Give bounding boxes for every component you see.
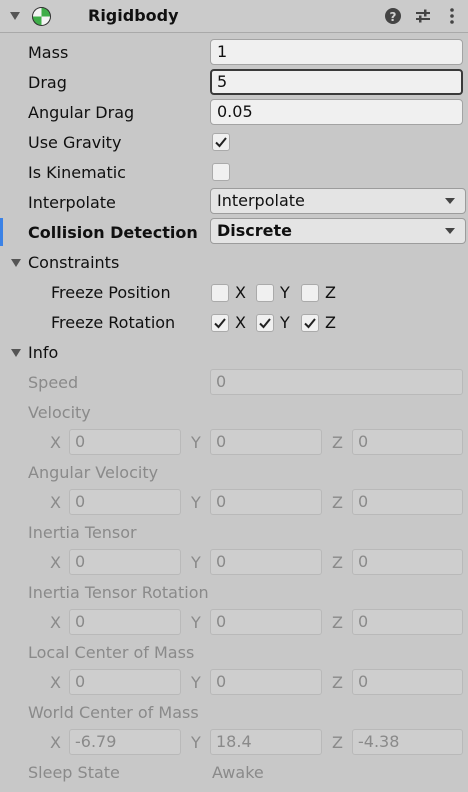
world-center-of-mass-x-field: -6.79 xyxy=(69,729,181,755)
freeze-rotation-y-checkbox[interactable] xyxy=(256,314,274,332)
info-label[interactable]: Info xyxy=(28,343,58,362)
freeze-position-label: Freeze Position xyxy=(51,283,171,302)
angular-velocity-label: Angular Velocity xyxy=(28,463,159,482)
inertia-tensor-x-field: 0 xyxy=(69,549,181,575)
presets-icon[interactable] xyxy=(413,6,433,26)
component-title: Rigidbody xyxy=(88,6,179,25)
selection-indicator xyxy=(0,218,3,246)
axis-y-label: Y xyxy=(280,313,290,332)
freeze-rotation-z-checkbox[interactable] xyxy=(301,314,319,332)
inertia-tensor-z-field: 0 xyxy=(352,549,463,575)
angular-drag-input[interactable]: 0.05 xyxy=(210,99,463,125)
component-header[interactable]: Rigidbody ? xyxy=(0,0,468,33)
mass-input[interactable]: 1 xyxy=(210,39,463,65)
svg-text:?: ? xyxy=(390,10,397,24)
more-menu-icon[interactable] xyxy=(442,6,462,26)
rigidbody-icon xyxy=(32,7,51,26)
axis-y-label: Y xyxy=(280,283,290,302)
angular-velocity-z-label: Z xyxy=(332,493,343,512)
local-center-of-mass-y-field: 0 xyxy=(210,669,322,695)
world-center-of-mass-label: World Center of Mass xyxy=(28,703,199,722)
inspector-panel: Rigidbody ? Mass 1 Drag 5 Angular Drag 0… xyxy=(0,0,468,792)
freeze-rotation-x-checkbox[interactable] xyxy=(211,314,229,332)
drag-input[interactable]: 5 xyxy=(210,69,463,95)
checkmark-icon xyxy=(215,137,227,148)
velocity-label: Velocity xyxy=(28,403,91,422)
collision-detection-dropdown[interactable]: Discrete xyxy=(210,218,466,244)
inertia-tensor-rotation-y-label: Y xyxy=(191,613,201,632)
freeze-position-x-checkbox[interactable] xyxy=(211,284,229,302)
axis-x-label: X xyxy=(235,313,246,332)
sleep-state-value: Awake xyxy=(212,763,264,782)
velocity-y-field: 0 xyxy=(210,429,322,455)
local-center-of-mass-label: Local Center of Mass xyxy=(28,643,195,662)
speed-label: Speed xyxy=(28,373,79,392)
freeze-position-y-checkbox[interactable] xyxy=(256,284,274,302)
info-foldout-icon[interactable] xyxy=(11,349,21,357)
inertia-tensor-y-label: Y xyxy=(191,553,201,572)
interpolate-label: Interpolate xyxy=(28,193,116,212)
world-center-of-mass-y-field: 18.4 xyxy=(210,729,322,755)
checkmark-icon xyxy=(304,318,316,329)
world-center-of-mass-z-label: Z xyxy=(332,733,343,752)
interpolate-dropdown[interactable]: Interpolate xyxy=(210,188,466,214)
use-gravity-checkbox[interactable] xyxy=(212,133,230,151)
use-gravity-label: Use Gravity xyxy=(28,133,122,152)
velocity-x-field: 0 xyxy=(69,429,181,455)
local-center-of-mass-x-field: 0 xyxy=(69,669,181,695)
mass-label: Mass xyxy=(28,43,69,62)
angular-drag-label: Angular Drag xyxy=(28,103,135,122)
inertia-tensor-rotation-label: Inertia Tensor Rotation xyxy=(28,583,209,602)
inertia-tensor-label: Inertia Tensor xyxy=(28,523,137,542)
world-center-of-mass-y-label: Y xyxy=(191,733,201,752)
inertia-tensor-rotation-z-label: Z xyxy=(332,613,343,632)
dropdown-arrow-icon xyxy=(445,228,455,234)
foldout-arrow-icon[interactable] xyxy=(10,12,20,20)
is-kinematic-label: Is Kinematic xyxy=(28,163,126,182)
collision-detection-value: Discrete xyxy=(217,221,293,240)
freeze-rotation-label: Freeze Rotation xyxy=(51,313,176,332)
axis-z-label: Z xyxy=(325,283,336,302)
local-center-of-mass-z-field: 0 xyxy=(352,669,463,695)
velocity-z-field: 0 xyxy=(352,429,463,455)
inertia-tensor-y-field: 0 xyxy=(210,549,322,575)
local-center-of-mass-z-label: Z xyxy=(332,673,343,692)
is-kinematic-checkbox[interactable] xyxy=(212,163,230,181)
checkmark-icon xyxy=(259,318,271,329)
axis-x-label: X xyxy=(235,283,246,302)
world-center-of-mass-z-field: -4.38 xyxy=(352,729,463,755)
inertia-tensor-rotation-x-label: X xyxy=(50,613,61,632)
angular-velocity-x-label: X xyxy=(50,493,61,512)
inertia-tensor-rotation-z-field: 0 xyxy=(352,609,463,635)
velocity-x-label: X xyxy=(50,433,61,452)
drag-label: Drag xyxy=(28,73,67,92)
inertia-tensor-rotation-x-field: 0 xyxy=(69,609,181,635)
angular-velocity-y-field: 0 xyxy=(210,489,322,515)
world-center-of-mass-x-label: X xyxy=(50,733,61,752)
interpolate-value: Interpolate xyxy=(217,191,305,210)
inertia-tensor-rotation-y-field: 0 xyxy=(210,609,322,635)
constraints-label[interactable]: Constraints xyxy=(28,253,119,272)
inertia-tensor-z-label: Z xyxy=(332,553,343,572)
local-center-of-mass-x-label: X xyxy=(50,673,61,692)
speed-field: 0 xyxy=(210,369,463,395)
checkmark-icon xyxy=(214,318,226,329)
axis-z-label: Z xyxy=(325,313,336,332)
dropdown-arrow-icon xyxy=(445,198,455,204)
velocity-z-label: Z xyxy=(332,433,343,452)
constraints-foldout-icon[interactable] xyxy=(11,259,21,267)
freeze-position-z-checkbox[interactable] xyxy=(301,284,319,302)
collision-detection-label: Collision Detection xyxy=(28,223,198,242)
angular-velocity-z-field: 0 xyxy=(352,489,463,515)
local-center-of-mass-y-label: Y xyxy=(191,673,201,692)
angular-velocity-x-field: 0 xyxy=(69,489,181,515)
velocity-y-label: Y xyxy=(191,433,201,452)
help-icon[interactable]: ? xyxy=(383,6,403,26)
angular-velocity-y-label: Y xyxy=(191,493,201,512)
sleep-state-label: Sleep State xyxy=(28,763,120,782)
inertia-tensor-x-label: X xyxy=(50,553,61,572)
